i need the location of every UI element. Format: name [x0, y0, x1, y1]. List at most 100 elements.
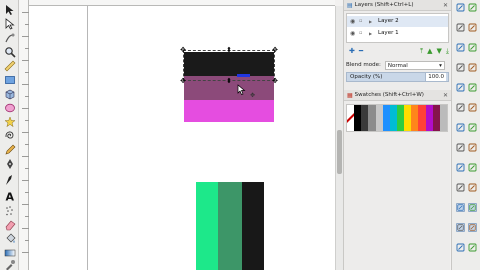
spray-icon[interactable] — [3, 205, 16, 217]
color-swatch[interactable] — [411, 105, 419, 131]
star-icon[interactable] — [3, 116, 16, 128]
pen-icon[interactable] — [3, 158, 16, 170]
color-swatch[interactable] — [404, 105, 412, 131]
color-swatch[interactable] — [432, 105, 440, 131]
text-icon[interactable]: A — [3, 190, 16, 203]
canvas-vertical-scrollbar[interactable] — [335, 6, 343, 270]
group-icon[interactable] — [456, 143, 465, 152]
swatches-dialog-title: ▦ Swatches (Shift+Ctrl+W) ✕ — [344, 90, 451, 101]
selection-handle-n[interactable]: ⬍ — [226, 47, 232, 54]
dark-bar[interactable] — [242, 182, 264, 270]
snap-bbox-icon[interactable] — [468, 203, 477, 212]
drawing-canvas[interactable]: ✥ ⬍ ✥ ✥ ⬍ ✥ ✥ — [29, 6, 335, 270]
duplicate-icon[interactable] — [456, 123, 465, 132]
selection-handle-s[interactable]: ⬍ — [226, 78, 232, 85]
lock-icon[interactable]: ▫ — [359, 16, 366, 27]
clone-icon[interactable] — [468, 123, 477, 132]
undo-icon[interactable] — [456, 63, 465, 72]
color-swatch[interactable] — [347, 105, 355, 131]
color-swatch[interactable] — [418, 105, 426, 131]
blend-mode-label: Blend mode: — [346, 62, 381, 68]
lower-layer-icon[interactable]: ▼ — [437, 46, 442, 57]
opacity-slider[interactable]: Opacity (%) 100.0 — [346, 72, 449, 82]
teal-bar[interactable] — [218, 182, 242, 270]
close-icon[interactable]: ✕ — [443, 90, 448, 101]
blend-mode-select[interactable]: Normal ▾ — [384, 60, 445, 70]
tweak-icon[interactable] — [3, 32, 16, 44]
xml-editor-icon[interactable] — [456, 183, 465, 192]
magenta-rect[interactable] — [184, 100, 274, 122]
paste-icon[interactable] — [468, 83, 477, 92]
snap-enable-icon[interactable] — [456, 203, 465, 212]
expand-arrow-icon[interactable]: ▶ — [369, 28, 375, 39]
color-swatch[interactable] — [375, 105, 383, 131]
raise-layer-icon[interactable]: ▲ — [427, 46, 432, 57]
color-swatch[interactable] — [439, 105, 447, 131]
color-swatch[interactable] — [425, 105, 433, 131]
export-icon[interactable] — [468, 43, 477, 52]
color-swatch[interactable] — [368, 105, 376, 131]
close-icon[interactable]: ✕ — [443, 0, 448, 11]
color-swatch[interactable] — [361, 105, 369, 131]
opacity-label: Opacity (%) — [350, 74, 383, 80]
color-swatch[interactable] — [354, 105, 362, 131]
lock-icon[interactable]: ▫ — [359, 28, 366, 39]
snap-grid-icon[interactable] — [456, 243, 465, 252]
cursor-hint-icon: ✥ — [250, 92, 256, 99]
selection-handle-ne[interactable]: ✥ — [272, 47, 278, 54]
lower-layer-bottom-icon[interactable]: ⤓ — [446, 46, 449, 57]
pencil-icon[interactable] — [3, 144, 16, 156]
zoom-icon[interactable] — [3, 46, 16, 58]
import-icon[interactable] — [456, 43, 465, 52]
3d-box-icon[interactable] — [3, 88, 16, 100]
remove-layer-icon[interactable]: ━ — [359, 46, 363, 57]
raise-layer-top-icon[interactable]: ⤒ — [420, 46, 423, 57]
layer-row[interactable]: ◉ ▫ ▶ Layer 2 — [347, 16, 448, 27]
print-icon[interactable] — [468, 23, 477, 32]
calligraphy-icon[interactable] — [3, 174, 16, 186]
layer-name: Layer 2 — [378, 18, 399, 24]
add-layer-icon[interactable]: ✚ — [349, 46, 355, 57]
paint-bucket-icon[interactable] — [3, 233, 16, 245]
spiral-icon[interactable] — [3, 130, 16, 142]
ellipse-icon[interactable] — [3, 102, 16, 114]
chevron-down-icon: ▾ — [439, 62, 442, 69]
expand-arrow-icon[interactable]: ▶ — [369, 16, 375, 27]
color-swatch[interactable] — [382, 105, 390, 131]
selection-handle-se[interactable]: ✥ — [272, 78, 278, 85]
text-font-icon[interactable] — [468, 163, 477, 172]
gradient-icon[interactable] — [3, 247, 16, 259]
selector-arrow-icon[interactable] — [3, 4, 16, 16]
opacity-value-field[interactable]: 100.0 — [425, 73, 446, 81]
snap-page-icon[interactable] — [468, 243, 477, 252]
eraser-icon[interactable] — [3, 219, 16, 231]
fill-stroke-icon[interactable] — [456, 163, 465, 172]
measure-icon[interactable] — [3, 60, 16, 72]
zoom-fit-icon[interactable] — [456, 103, 465, 112]
visibility-eye-icon[interactable]: ◉ — [350, 16, 357, 27]
save-icon[interactable] — [456, 23, 465, 32]
selection-handle-nw[interactable]: ✥ — [180, 47, 186, 54]
new-document-icon[interactable] — [456, 3, 465, 12]
visibility-eye-icon[interactable]: ◉ — [350, 28, 357, 39]
copy-icon[interactable] — [456, 83, 465, 92]
zoom-drawing-icon[interactable] — [468, 103, 477, 112]
scrollbar-thumb[interactable] — [337, 130, 342, 174]
commands-bar — [451, 0, 480, 270]
rectangle-icon[interactable] — [3, 74, 16, 86]
color-swatch[interactable] — [389, 105, 397, 131]
color-swatch[interactable] — [396, 105, 405, 131]
node-edit-icon[interactable] — [3, 18, 16, 30]
green-bar[interactable] — [196, 182, 218, 270]
swatches-icon: ▦ — [347, 91, 353, 99]
snap-nodes-icon[interactable] — [456, 223, 465, 232]
dropper-icon[interactable] — [3, 259, 16, 270]
snap-guide-icon[interactable] — [468, 223, 477, 232]
open-icon[interactable] — [468, 3, 477, 12]
redo-icon[interactable] — [468, 63, 477, 72]
layer-row[interactable]: ◉ ▫ ▶ Layer 1 — [347, 28, 448, 39]
ungroup-icon[interactable] — [468, 143, 477, 152]
align-icon[interactable] — [468, 183, 477, 192]
dock-panel: ▤ Layers (Shift+Ctrl+L) ✕ ◉ ▫ ▶ Layer 2 ◉… — [343, 0, 451, 270]
selection-handle-sw[interactable]: ✥ — [180, 78, 186, 85]
